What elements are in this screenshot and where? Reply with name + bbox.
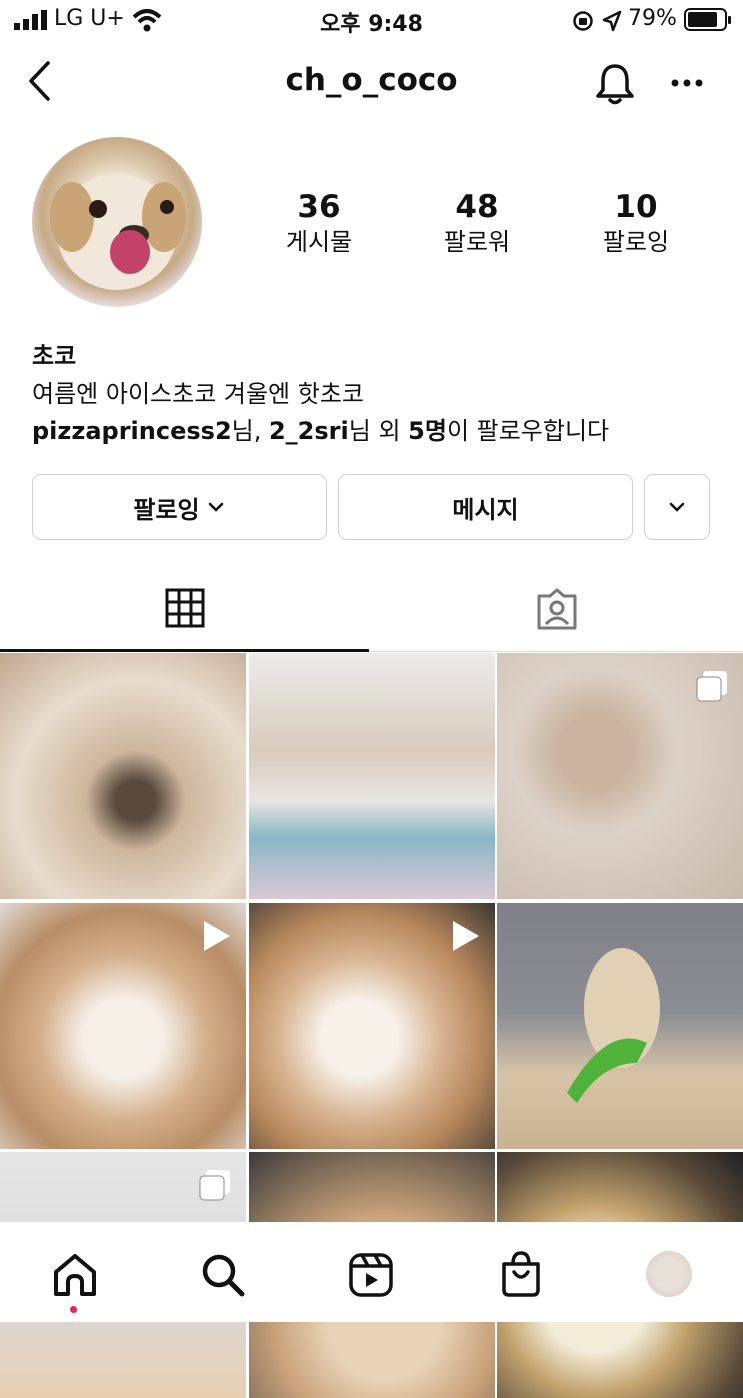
post-thumbnail[interactable] <box>497 653 743 899</box>
stat-posts-count: 36 <box>297 189 341 225</box>
message-button-label: 메시지 <box>452 495 519 524</box>
tab-divider <box>369 651 743 652</box>
followed-by-suffix1: 님, <box>231 417 269 445</box>
dog-with-toy-photo <box>567 948 660 1103</box>
location-icon <box>602 10 622 32</box>
chevron-down-icon <box>669 502 685 512</box>
stat-followers[interactable]: 48 팔로워 <box>407 188 547 258</box>
rotation-lock-icon <box>573 11 593 31</box>
following-button[interactable]: 팔로잉 <box>32 474 327 540</box>
video-icon <box>204 921 230 951</box>
message-button[interactable]: 메시지 <box>338 474 633 540</box>
tagged-icon[interactable] <box>535 588 579 632</box>
stat-followers-label: 팔로워 <box>443 228 511 256</box>
stat-posts[interactable]: 36 게시물 <box>249 188 389 258</box>
stat-posts-label: 게시물 <box>285 228 353 256</box>
carousel-icon <box>199 1170 230 1201</box>
status-bar: LG U+ 오후 9:48 79% <box>0 0 743 42</box>
notification-dot <box>70 1306 77 1313</box>
tab-indicator <box>0 649 369 652</box>
bell-icon[interactable] <box>594 60 636 108</box>
chevron-down-icon <box>208 502 223 512</box>
video-icon <box>453 921 479 951</box>
followed-by-user1[interactable]: pizzaprincess2 <box>32 417 232 445</box>
followed-by-count: 5명 <box>408 417 447 445</box>
profile-avatar[interactable] <box>646 1251 692 1297</box>
carousel-icon <box>696 671 727 702</box>
post-thumbnail[interactable] <box>497 903 743 1149</box>
bottom-nav <box>0 1222 743 1322</box>
followed-by[interactable]: pizzaprincess2님, 2_2sri님 외 5명이 팔로우합니다 <box>32 411 609 446</box>
search-icon[interactable] <box>200 1252 246 1298</box>
followed-by-user2[interactable]: 2_2sri <box>269 417 349 445</box>
stat-following-count: 10 <box>614 189 658 225</box>
stat-following[interactable]: 10 팔로잉 <box>566 188 706 258</box>
followed-by-suffix3: 이 팔로우합니다 <box>446 417 610 445</box>
battery-icon <box>684 8 731 31</box>
profile-name: 초코 <box>32 342 77 370</box>
more-icon[interactable] <box>670 78 704 88</box>
suggested-toggle-button[interactable] <box>644 474 710 540</box>
profile-avatar[interactable] <box>32 137 202 307</box>
battery-label: 79% <box>628 6 677 31</box>
home-icon[interactable] <box>52 1252 98 1298</box>
reels-icon[interactable] <box>348 1252 394 1298</box>
post-thumbnail[interactable] <box>249 653 495 899</box>
grid-icon[interactable] <box>165 588 205 628</box>
followed-by-suffix2: 님 외 <box>348 417 409 445</box>
stat-followers-count: 48 <box>455 189 499 225</box>
post-thumbnail[interactable] <box>249 903 495 1149</box>
post-thumbnail[interactable] <box>0 903 246 1149</box>
dog-photo <box>50 174 186 290</box>
post-thumbnail[interactable] <box>0 653 246 899</box>
profile-bio: 여름엔 아이스초코 겨울엔 핫초코 <box>32 380 365 408</box>
following-button-label: 팔로잉 <box>133 495 200 524</box>
post-grid <box>0 653 743 1398</box>
shop-icon[interactable] <box>498 1250 544 1298</box>
stat-following-label: 팔로잉 <box>602 228 670 256</box>
